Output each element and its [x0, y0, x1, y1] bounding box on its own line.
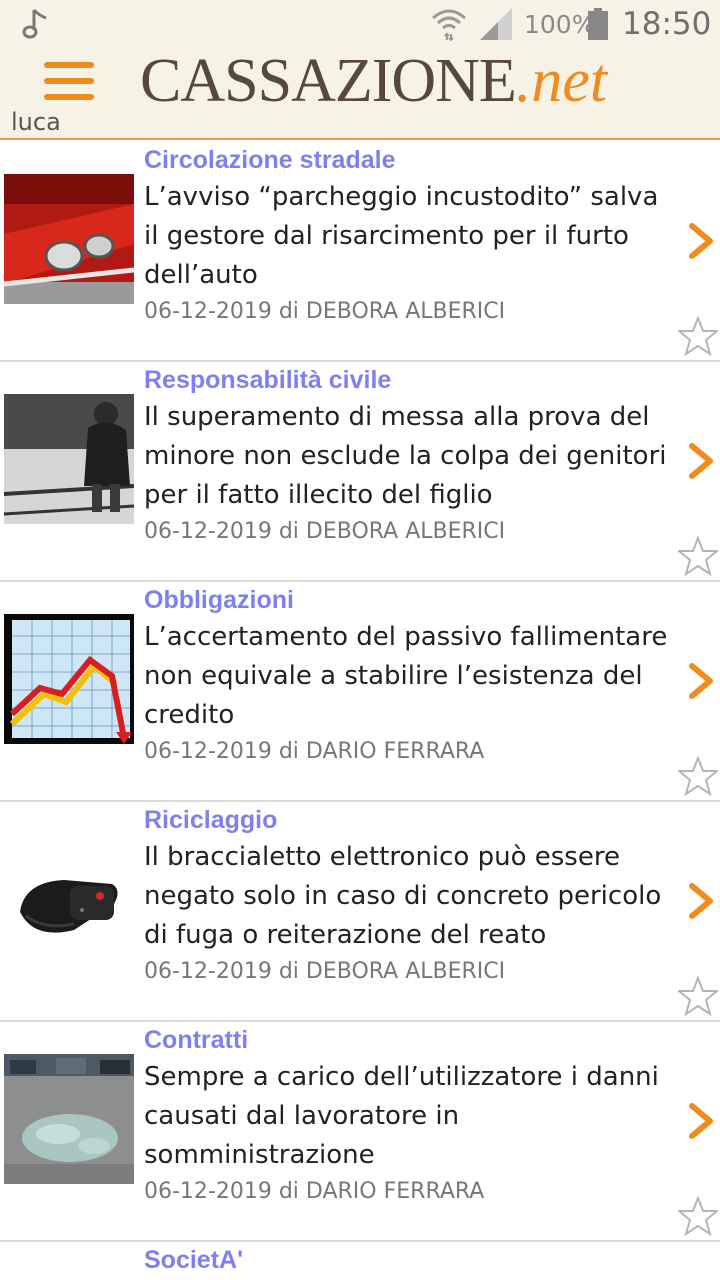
- app-header: 100% 18:50 luca CASSAZIONE.net: [0, 0, 720, 140]
- article-meta: 06-12-2019 di DARIO FERRARA: [144, 739, 485, 764]
- article-item[interactable]: Obbligazioni L’accertamento del passivo …: [0, 582, 720, 802]
- chevron-right-icon[interactable]: [686, 662, 716, 700]
- favorite-star-icon[interactable]: [678, 536, 718, 576]
- article-thumbnail: [4, 1054, 134, 1184]
- article-item[interactable]: Responsabilità civile Il superamento di …: [0, 362, 720, 582]
- article-meta: 06-12-2019 di DEBORA ALBERICI: [144, 299, 506, 324]
- chevron-right-icon[interactable]: [686, 1102, 716, 1140]
- article-meta: 06-12-2019 di DARIO FERRARA: [144, 1179, 485, 1204]
- article-thumbnail: [4, 174, 134, 304]
- user-name: luca: [11, 108, 61, 136]
- article-category[interactable]: Contratti: [144, 1026, 248, 1055]
- broken-glass-road-photo: [4, 1054, 134, 1184]
- favorite-star-icon[interactable]: [678, 756, 718, 796]
- article-title[interactable]: L’accertamento del passivo fallimentare …: [144, 618, 674, 735]
- site-logo[interactable]: CASSAZIONE.net: [140, 46, 607, 116]
- chevron-right-icon[interactable]: [686, 222, 716, 260]
- article-thumbnail: [4, 614, 134, 744]
- red-car-photo: [4, 174, 134, 304]
- logo-suffix-text: .net: [515, 47, 608, 115]
- article-item[interactable]: Contratti Sempre a carico dell’utilizzat…: [0, 1022, 720, 1242]
- article-item[interactable]: SocietA': [0, 1242, 720, 1280]
- article-thumbnail: [4, 834, 134, 964]
- hamburger-bar: [44, 94, 94, 100]
- favorite-star-icon[interactable]: [678, 1196, 718, 1236]
- article-feed: Circolazione stradale L’avviso “parchegg…: [0, 142, 720, 1280]
- chevron-right-icon[interactable]: [686, 442, 716, 480]
- article-meta: 06-12-2019 di DEBORA ALBERICI: [144, 519, 506, 544]
- chevron-right-icon[interactable]: [686, 882, 716, 920]
- hamburger-menu-icon: [44, 62, 94, 68]
- article-item[interactable]: Riciclaggio Il braccialetto elettronico …: [0, 802, 720, 1022]
- article-category[interactable]: Responsabilità civile: [144, 366, 391, 395]
- status-bar: 100% 18:50: [0, 0, 720, 50]
- article-title[interactable]: Il braccialetto elettronico può essere n…: [144, 838, 674, 955]
- youth-sitting-photo: [4, 394, 134, 524]
- falling-chart-image: [4, 614, 134, 744]
- article-title[interactable]: Il superamento di messa alla prova del m…: [144, 398, 674, 515]
- favorite-star-icon[interactable]: [678, 976, 718, 1016]
- article-category[interactable]: Circolazione stradale: [144, 146, 395, 175]
- article-category[interactable]: Obbligazioni: [144, 586, 294, 615]
- article-thumbnail: [4, 394, 134, 524]
- signal-icon: [480, 8, 512, 40]
- article-item[interactable]: Circolazione stradale L’avviso “parchegg…: [0, 142, 720, 362]
- article-title[interactable]: L’avviso “parcheggio incustodito” salva …: [144, 178, 674, 295]
- favorite-star-icon[interactable]: [678, 316, 718, 356]
- battery-icon: [588, 8, 608, 40]
- wifi-icon: [432, 9, 466, 42]
- battery-percent: 100%: [524, 10, 596, 39]
- article-meta: 06-12-2019 di DEBORA ALBERICI: [144, 959, 506, 984]
- article-title[interactable]: Sempre a carico dell’utilizzatore i dann…: [144, 1058, 674, 1175]
- menu-button[interactable]: [36, 56, 102, 108]
- article-category[interactable]: SocietA': [144, 1246, 243, 1275]
- clock: 18:50: [622, 6, 712, 42]
- hamburger-bar: [44, 78, 94, 84]
- logo-main-text: CASSAZIONE: [140, 47, 517, 115]
- electronic-bracelet-photo: [4, 834, 134, 964]
- music-note-icon: [22, 8, 47, 39]
- article-category[interactable]: Riciclaggio: [144, 806, 277, 835]
